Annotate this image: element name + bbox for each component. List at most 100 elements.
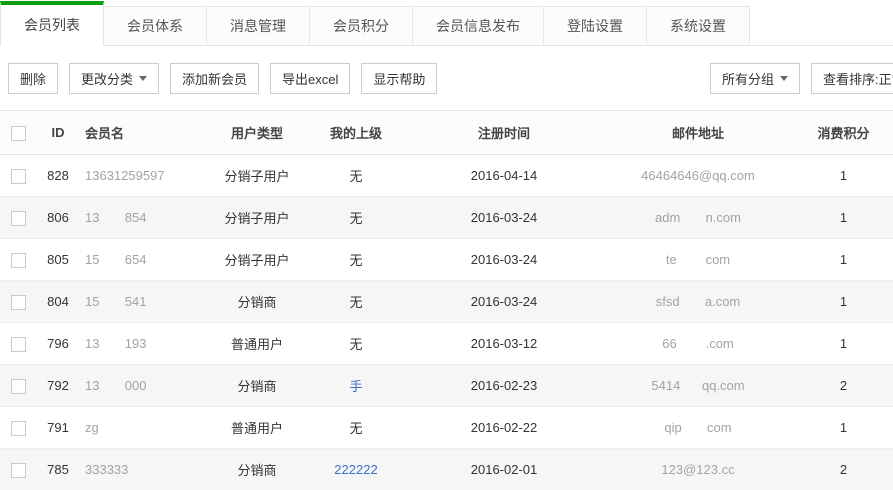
row-checkbox[interactable]: [11, 211, 26, 226]
cell-register-date: 2016-03-24: [406, 239, 602, 281]
cell-points: 2: [794, 365, 893, 407]
cell-register-date: 2016-03-24: [406, 197, 602, 239]
tab-label: 会员信息发布: [436, 18, 520, 34]
cell-member-name: zg: [80, 407, 208, 449]
row-checkbox[interactable]: [11, 253, 26, 268]
cell-points: 1: [794, 155, 893, 197]
table-row: 796 13 193 普通用户 无 2016-03-12 66 .com 1: [0, 323, 893, 365]
row-checkbox-cell: [0, 281, 36, 323]
cell-email: 123@123.cc: [602, 449, 794, 490]
toolbar-left-button-2[interactable]: 添加新会员: [170, 63, 259, 94]
cell-member-id: 785: [36, 449, 80, 490]
tab-label: 消息管理: [230, 18, 286, 34]
tab-label: 会员列表: [24, 17, 80, 33]
table-row: 804 15 541 分销商 无 2016-03-24 sfsd a.com 1: [0, 281, 893, 323]
cell-member-name: 13 854: [80, 197, 208, 239]
toolbar-right-button-1[interactable]: 查看排序:正常排序: [811, 63, 893, 94]
row-checkbox[interactable]: [11, 379, 26, 394]
cell-register-date: 2016-04-14: [406, 155, 602, 197]
cell-user-type: 分销商: [208, 449, 306, 490]
member-table: ID会员名用户类型我的上级注册时间邮件地址消费积分 828 1363125959…: [0, 110, 893, 490]
button-label: 删除: [20, 69, 46, 88]
cell-points: 1: [794, 407, 893, 449]
cell-member-id: 828: [36, 155, 80, 197]
toolbar-right-button-0[interactable]: 所有分组: [710, 63, 800, 94]
cell-points: 2: [794, 449, 893, 490]
cell-register-date: 2016-03-12: [406, 323, 602, 365]
tab-6[interactable]: 系统设置: [646, 6, 750, 45]
tab-0[interactable]: 会员列表: [0, 1, 104, 46]
row-checkbox[interactable]: [11, 337, 26, 352]
column-header-6: 消费积分: [794, 111, 893, 155]
cell-register-date: 2016-02-01: [406, 449, 602, 490]
row-checkbox-cell: [0, 323, 36, 365]
toolbar-left-button-0[interactable]: 删除: [8, 63, 58, 94]
toolbar-left-button-4[interactable]: 显示帮助: [361, 63, 437, 94]
tab-label: 会员积分: [333, 18, 389, 34]
cell-member-name: 13631259597: [80, 155, 208, 197]
cell-user-type: 分销子用户: [208, 239, 306, 281]
tab-label: 系统设置: [670, 18, 726, 34]
cell-member-id: 791: [36, 407, 80, 449]
tab-4[interactable]: 会员信息发布: [412, 6, 544, 45]
cell-member-name: 15 541: [80, 281, 208, 323]
cell-register-date: 2016-02-22: [406, 407, 602, 449]
toolbar-left-button-3[interactable]: 导出excel: [270, 63, 350, 94]
row-checkbox-cell: [0, 365, 36, 407]
cell-points: 1: [794, 239, 893, 281]
row-checkbox-cell: [0, 407, 36, 449]
toolbar: 删除 更改分类 添加新会员 导出excel 显示帮助 所有分组 查看排序:正常排序: [0, 46, 893, 110]
cell-email: 66 .com: [602, 323, 794, 365]
cell-upline: 无: [306, 407, 406, 449]
upline-link[interactable]: 222222: [306, 449, 406, 490]
row-checkbox[interactable]: [11, 295, 26, 310]
cell-email: adm n.com: [602, 197, 794, 239]
cell-email: qip com: [602, 407, 794, 449]
tab-3[interactable]: 会员积分: [309, 6, 413, 45]
cell-user-type: 普通用户: [208, 323, 306, 365]
button-label: 添加新会员: [182, 69, 247, 88]
row-checkbox[interactable]: [11, 421, 26, 436]
cell-member-id: 796: [36, 323, 80, 365]
row-checkbox-cell: [0, 239, 36, 281]
table-row: 791 zg 普通用户 无 2016-02-22 qip com 1: [0, 407, 893, 449]
cell-member-id: 805: [36, 239, 80, 281]
member-admin-page: 会员列表 会员体系 消息管理 会员积分 会员信息发布 登陆设置 系统设置 删除 更改分类 添加新…: [0, 0, 893, 490]
button-label: 更改分类: [81, 69, 133, 88]
cell-points: 1: [794, 281, 893, 323]
column-header-2: 用户类型: [208, 111, 306, 155]
cell-member-id: 806: [36, 197, 80, 239]
cell-register-date: 2016-03-24: [406, 281, 602, 323]
table-header-row: ID会员名用户类型我的上级注册时间邮件地址消费积分: [0, 111, 893, 155]
select-all-checkbox[interactable]: [11, 126, 26, 141]
cell-upline: 无: [306, 323, 406, 365]
toolbar-left-button-1[interactable]: 更改分类: [69, 63, 159, 94]
column-header-0: ID: [36, 111, 80, 155]
select-all-cell: [0, 111, 36, 155]
cell-register-date: 2016-02-23: [406, 365, 602, 407]
cell-upline: 无: [306, 155, 406, 197]
cell-upline: 无: [306, 239, 406, 281]
table-row: 828 13631259597 分销子用户 无 2016-04-14 46464…: [0, 155, 893, 197]
column-header-5: 邮件地址: [602, 111, 794, 155]
cell-upline: 无: [306, 281, 406, 323]
row-checkbox[interactable]: [11, 463, 26, 478]
cell-email: te com: [602, 239, 794, 281]
button-label: 查看排序:正常排序: [823, 69, 893, 88]
table-body: 828 13631259597 分销子用户 无 2016-04-14 46464…: [0, 155, 893, 490]
tab-5[interactable]: 登陆设置: [543, 6, 647, 45]
button-label: 显示帮助: [373, 69, 425, 88]
tab-label: 会员体系: [127, 18, 183, 34]
table-row: 806 13 854 分销子用户 无 2016-03-24 adm n.com …: [0, 197, 893, 239]
row-checkbox[interactable]: [11, 169, 26, 184]
column-header-1: 会员名: [80, 111, 208, 155]
cell-member-id: 804: [36, 281, 80, 323]
cell-points: 1: [794, 197, 893, 239]
tab-2[interactable]: 消息管理: [206, 6, 310, 45]
cell-user-type: 普通用户: [208, 407, 306, 449]
tab-1[interactable]: 会员体系: [103, 6, 207, 45]
column-header-4: 注册时间: [406, 111, 602, 155]
button-label: 导出excel: [282, 69, 338, 88]
upline-link[interactable]: 手: [306, 365, 406, 407]
cell-email: 5414 qq.com: [602, 365, 794, 407]
